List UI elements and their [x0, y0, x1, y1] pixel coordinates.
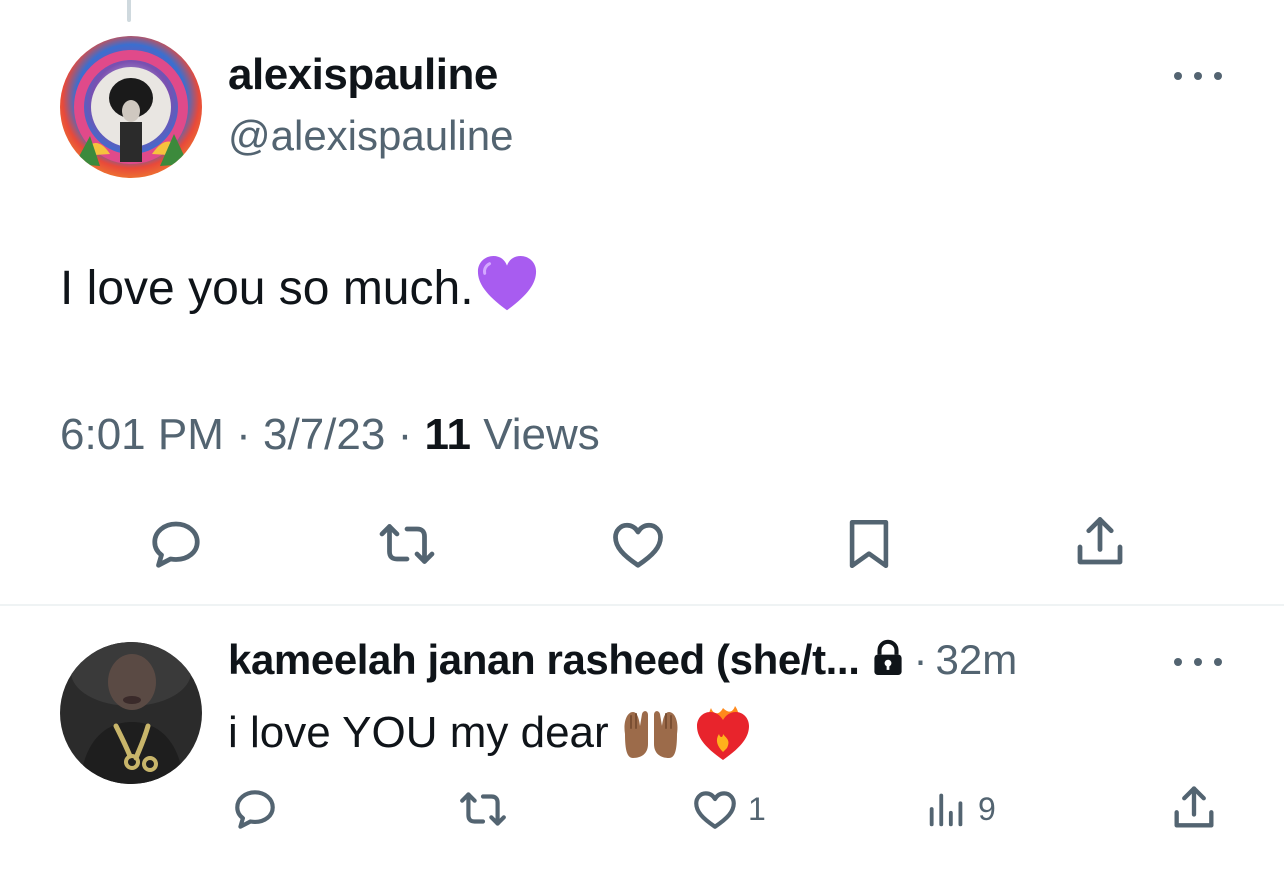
bookmark-button[interactable]: [840, 514, 898, 574]
more-options-button[interactable]: [1174, 66, 1222, 86]
retweet-icon: [379, 524, 435, 564]
reply-text: i love YOU my dear: [228, 708, 609, 757]
thread-connector-line: [127, 0, 131, 22]
share-button[interactable]: [1070, 512, 1130, 572]
more-dot-icon: [1194, 72, 1202, 80]
bookmark-icon: [849, 519, 889, 569]
tweet-thread-view: alexispauline @alexispauline I love you …: [0, 0, 1284, 874]
tweet-date[interactable]: 3/7/23: [263, 410, 385, 459]
views-label[interactable]: Views: [483, 410, 600, 459]
avatar-kameelah[interactable]: [60, 642, 202, 784]
tweet-metadata: 6:01 PM · 3/7/23 · 11 Views: [60, 410, 600, 460]
tweet-divider: [0, 604, 1284, 606]
tweet-text: I love you so much.: [60, 261, 474, 315]
views-count: 9: [978, 790, 996, 827]
reply-display-name[interactable]: kameelah janan rasheed (she/t...: [228, 636, 860, 684]
display-name[interactable]: alexispauline: [228, 50, 498, 100]
like-icon: [613, 522, 663, 568]
reply-button[interactable]: [146, 514, 206, 574]
lock-icon: [871, 639, 905, 682]
retweet-icon: [460, 792, 506, 826]
reply-reply-button[interactable]: [230, 784, 280, 834]
reply-like-button[interactable]: 1: [690, 784, 766, 834]
views-icon: [929, 793, 963, 827]
more-dot-icon: [1174, 72, 1182, 80]
meta-separator: ·: [913, 636, 928, 683]
views-count[interactable]: 11: [424, 410, 471, 459]
share-icon: [1077, 517, 1123, 565]
reply-header: kameelah janan rasheed (she/t... · 32m: [228, 636, 1017, 684]
reply-share-button[interactable]: [1168, 782, 1220, 834]
heart-on-fire-emoji: [696, 706, 749, 760]
palms-up-together-emoji: [624, 711, 678, 758]
meta-separator: ·: [236, 410, 263, 459]
like-icon: [694, 791, 736, 829]
reply-timestamp[interactable]: 32m: [935, 636, 1017, 684]
reply-body: i love YOU my dear: [228, 702, 753, 764]
more-dot-icon: [1174, 658, 1182, 666]
retweet-button[interactable]: [376, 514, 438, 574]
reply-icon: [152, 521, 200, 568]
more-dot-icon: [1194, 658, 1202, 666]
tweet-time[interactable]: 6:01 PM: [60, 410, 224, 459]
reply-views-button[interactable]: 9: [924, 784, 996, 834]
more-dot-icon: [1214, 72, 1222, 80]
purple-heart-emoji: [477, 255, 536, 311]
like-button[interactable]: [608, 514, 668, 574]
user-handle[interactable]: @alexispauline: [228, 112, 513, 160]
avatar-alexispauline[interactable]: [60, 36, 202, 178]
more-dot-icon: [1214, 658, 1222, 666]
reply-retweet-button[interactable]: [456, 784, 510, 834]
reply-icon: [235, 790, 275, 829]
share-icon: [1174, 786, 1214, 828]
reply-more-options-button[interactable]: [1174, 652, 1222, 672]
meta-separator: ·: [397, 410, 425, 459]
tweet-body: I love you so much.: [60, 255, 538, 316]
like-count: 1: [748, 790, 766, 827]
